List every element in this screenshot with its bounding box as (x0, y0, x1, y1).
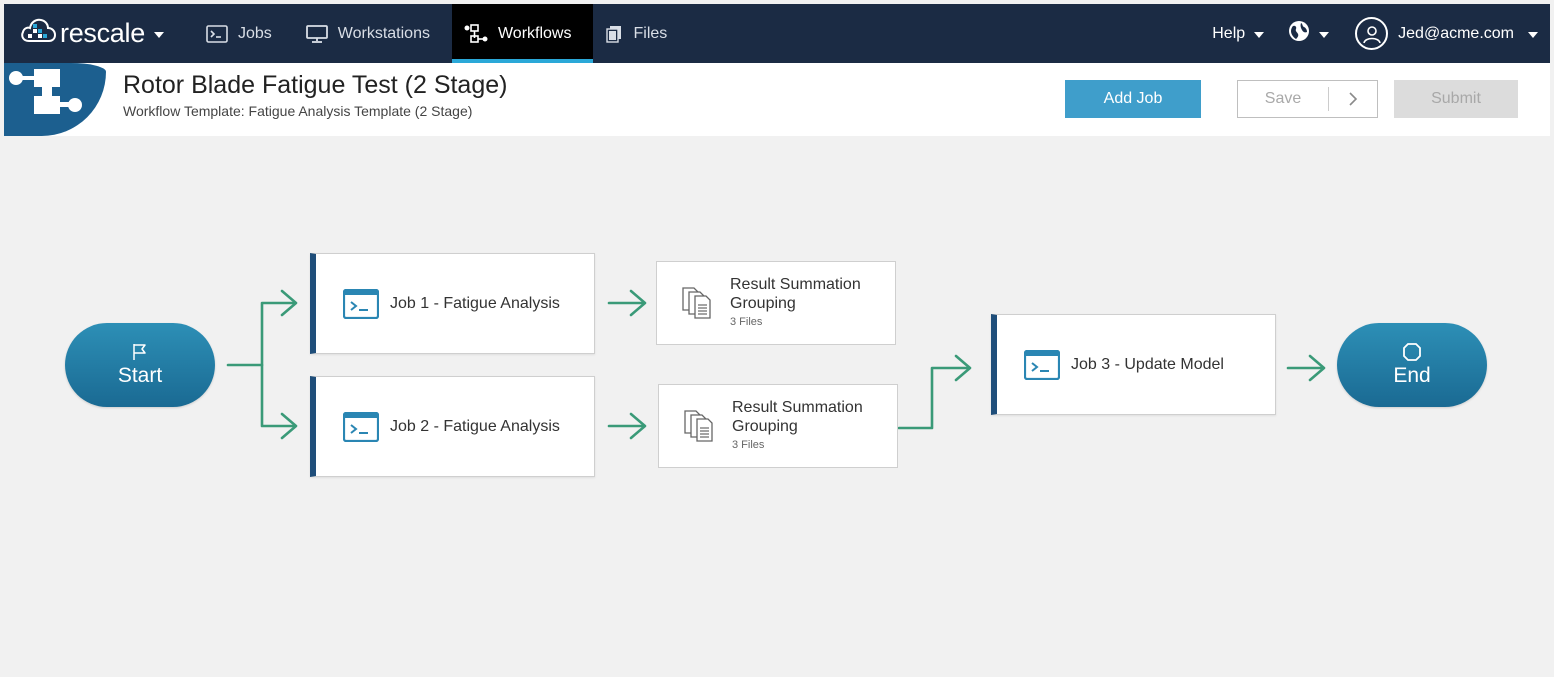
start-node[interactable]: Start (65, 323, 215, 407)
connector-group-job3 (897, 366, 970, 430)
terminal-icon (1024, 349, 1060, 380)
arrowhead-group1 (629, 289, 647, 317)
add-job-button[interactable]: Add Job (1065, 80, 1201, 118)
documents-icon (682, 407, 718, 448)
chevron-down-icon (1528, 32, 1538, 38)
result-group-card-1[interactable]: Result Summation Grouping 3 Files (656, 261, 896, 345)
end-label: End (1393, 364, 1431, 387)
connector-start-split (226, 301, 296, 367)
group-file-count: 3 Files (730, 316, 763, 328)
submit-button[interactable]: Submit (1394, 80, 1518, 118)
nav-item-workstations[interactable]: Workstations (294, 4, 452, 63)
nav-item-workflows[interactable]: Workflows (451, 4, 594, 63)
top-navigation: rescale Jobs Workstations Workflows File… (4, 4, 1550, 63)
job-label: Job 3 - Update Model (1071, 355, 1224, 373)
page-title: Rotor Blade Fatigue Test (2 Stage) (123, 71, 508, 99)
chevron-down-icon (153, 32, 164, 38)
job-card-1[interactable]: Job 1 - Fatigue Analysis (310, 253, 595, 354)
result-group-card-2[interactable]: Result Summation Grouping 3 Files (658, 384, 898, 468)
workflow-icon (464, 23, 488, 44)
nav-label-workflows: Workflows (497, 24, 572, 42)
workflow-header: Rotor Blade Fatigue Test (2 Stage) Workf… (4, 63, 1550, 136)
chevron-down-icon (1254, 32, 1265, 38)
nav-label-jobs: Jobs (238, 24, 272, 42)
terminal-icon (343, 411, 379, 442)
terminal-icon (206, 24, 228, 43)
documents-icon (680, 284, 716, 325)
nav-label-workstations: Workstations (337, 24, 430, 42)
connector-start-split-lower (260, 363, 296, 428)
user-menu[interactable]: Jed@acme.com (1345, 4, 1550, 63)
chevron-down-icon (1319, 32, 1330, 38)
save-button-group: Save (1237, 80, 1378, 118)
job-card-3[interactable]: Job 3 - Update Model (991, 314, 1276, 415)
flag-icon (133, 344, 146, 360)
stop-octagon-icon (1403, 343, 1421, 361)
save-button[interactable]: Save (1238, 81, 1328, 117)
start-label: Start (117, 364, 163, 387)
brand-name: rescale (60, 18, 145, 48)
chevron-right-icon (1349, 92, 1358, 106)
globe-icon (1288, 20, 1310, 47)
job-label: Job 2 - Fatigue Analysis (390, 417, 560, 435)
files-icon (605, 25, 623, 43)
job-card-2[interactable]: Job 2 - Fatigue Analysis (310, 376, 595, 477)
group-title: Result Summation Grouping (730, 276, 861, 312)
page-subtitle: Workflow Template: Fatigue Analysis Temp… (123, 103, 473, 119)
language-menu[interactable] (1274, 4, 1345, 63)
workflow-badge (4, 63, 106, 136)
arrowhead-end (1308, 354, 1326, 382)
arrowhead-job1 (280, 289, 298, 317)
arrowhead-group2 (629, 412, 647, 440)
monitor-icon (305, 24, 328, 43)
end-node[interactable]: End (1337, 323, 1487, 407)
avatar-icon (1355, 17, 1389, 50)
help-label: Help (1212, 24, 1246, 42)
job-label: Job 1 - Fatigue Analysis (390, 294, 560, 312)
terminal-icon (343, 288, 379, 319)
group-title: Result Summation Grouping (732, 399, 863, 435)
arrowhead-job3 (954, 354, 972, 382)
nav-item-files[interactable]: Files (593, 4, 689, 63)
nav-item-jobs[interactable]: Jobs (194, 4, 294, 63)
arrowhead-job2 (280, 412, 298, 440)
nav-label-files: Files (633, 24, 668, 42)
group-file-count: 3 Files (732, 439, 765, 451)
rescale-logo-icon (20, 16, 57, 51)
save-options-button[interactable] (1329, 81, 1377, 117)
help-menu[interactable]: Help (1202, 4, 1274, 63)
brand-menu[interactable]: rescale (4, 4, 194, 63)
workflow-badge-icon (9, 69, 82, 114)
user-email: Jed@acme.com (1398, 24, 1514, 42)
